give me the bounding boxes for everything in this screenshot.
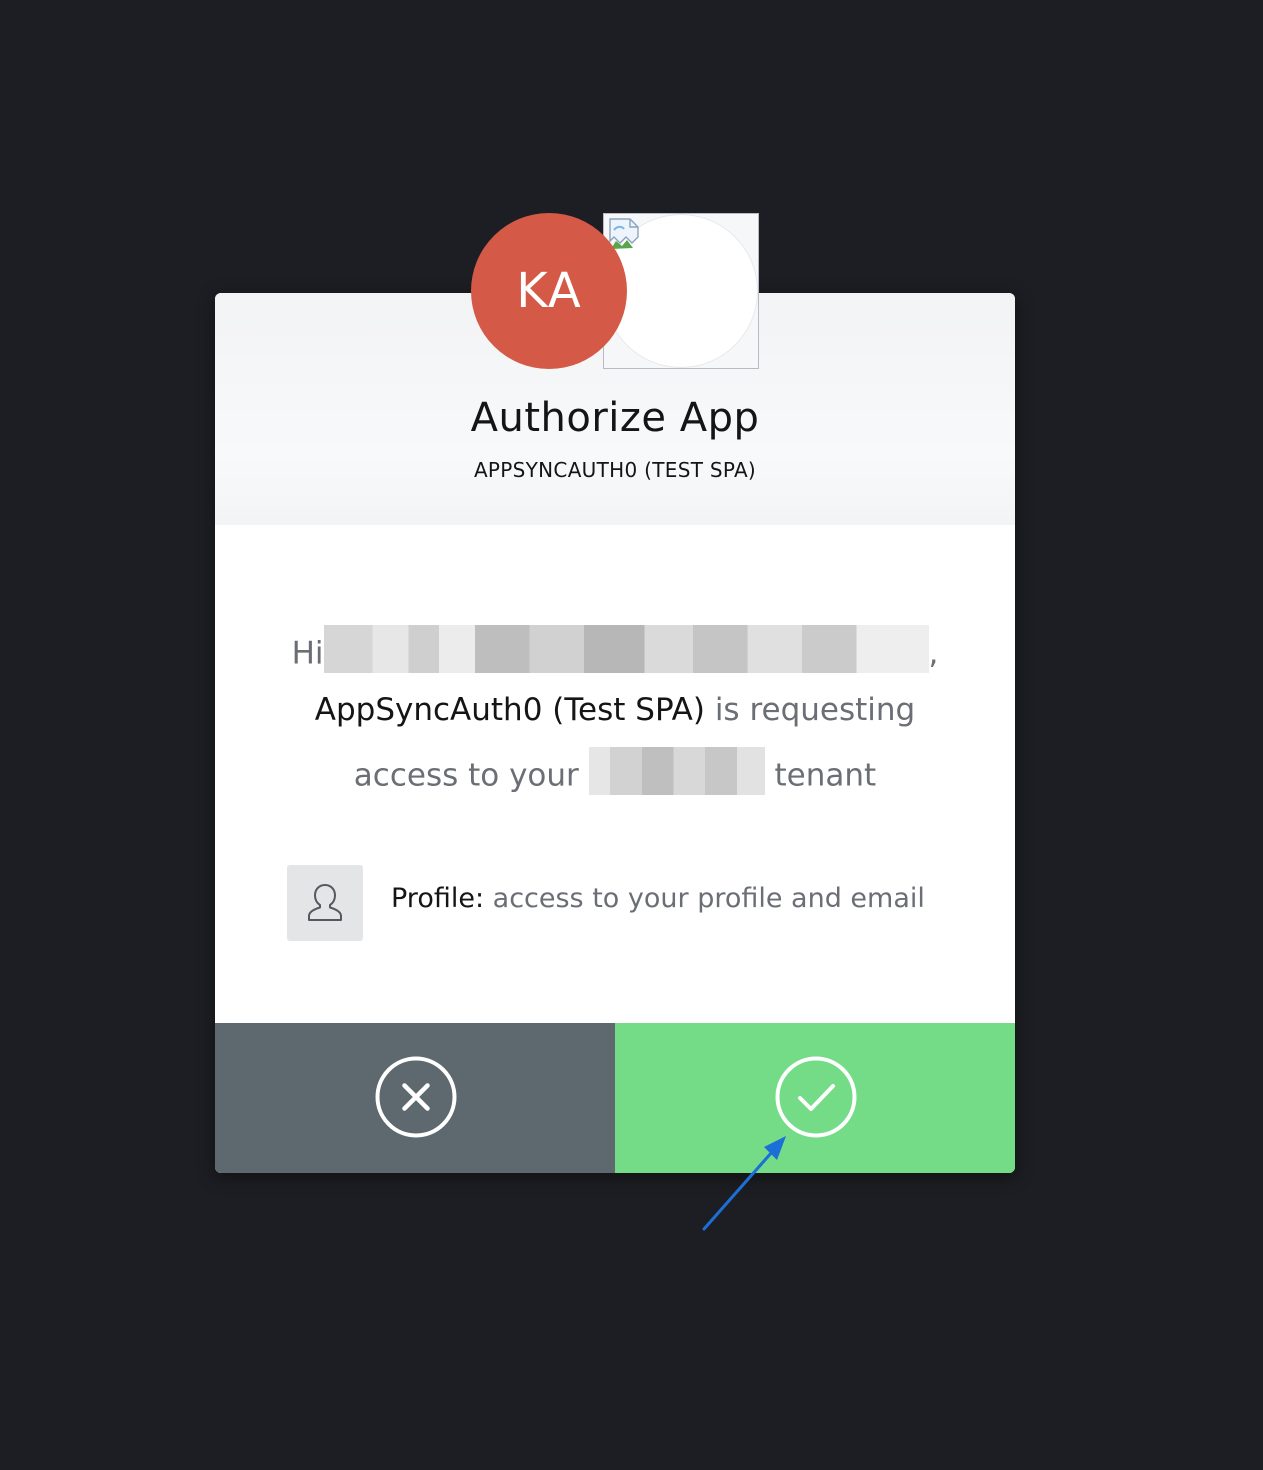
check-circle-icon <box>775 1056 857 1138</box>
request-line: AppSyncAuth0 (Test SPA) is requesting <box>215 692 1015 728</box>
scope-text: Profile: access to your profile and emai… <box>391 883 925 914</box>
app-name: AppSyncAuth0 (Test SPA) <box>314 692 705 728</box>
access-prefix: access to your <box>353 757 589 794</box>
x-circle-icon <box>375 1056 457 1138</box>
user-avatar: KA <box>471 213 627 369</box>
authorize-dialog: Authorize App APPSYNCAUTH0 (TEST SPA) Hi… <box>215 293 1015 1173</box>
greeting-line: Hi, <box>215 625 1015 679</box>
redacted-tenant <box>588 747 765 795</box>
accept-button[interactable] <box>615 1023 1015 1173</box>
tenant-line: access to your tenant <box>215 747 1015 801</box>
scope-description: access to your profile and email <box>484 883 925 914</box>
scope-name: Profile: <box>391 883 485 914</box>
redacted-username <box>323 625 929 673</box>
page-title: Authorize App <box>470 395 760 441</box>
decline-button[interactable] <box>215 1023 615 1173</box>
tenant-suffix: tenant <box>764 757 877 794</box>
app-subtitle: APPSYNCAUTH0 (TEST SPA) <box>473 458 757 482</box>
greeting-text: Hi <box>291 635 324 672</box>
scope-item-profile: Profile: access to your profile and emai… <box>287 865 987 941</box>
greeting-comma: , <box>928 635 939 672</box>
user-profile-icon <box>287 865 363 941</box>
requesting-text: is requesting <box>704 692 916 728</box>
